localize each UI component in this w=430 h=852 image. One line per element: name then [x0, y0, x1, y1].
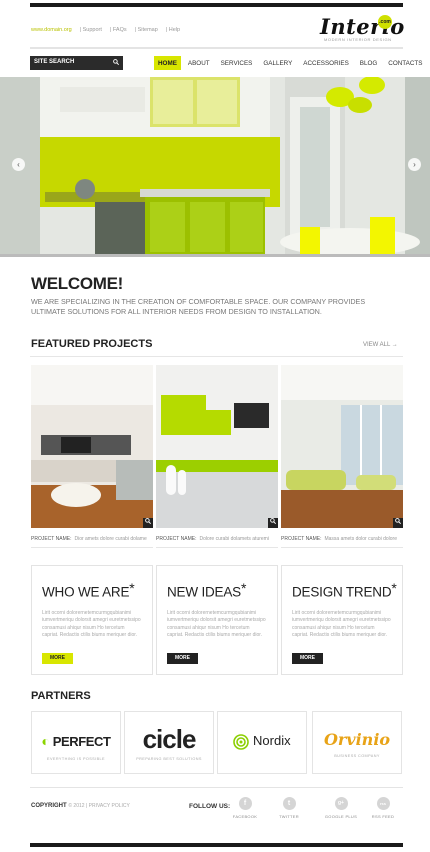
caption-divider	[281, 547, 403, 548]
logo-badge: .com	[378, 15, 392, 29]
design-trend-box: DESIGN TREND* Lirit ocorni dolorernetemc…	[281, 565, 403, 675]
box-title: DESIGN TREND*	[292, 580, 397, 600]
top-link-sitemap[interactable]: Sitemap	[138, 27, 158, 33]
zoom-icon[interactable]	[143, 518, 153, 528]
twitter-icon: t	[282, 797, 296, 810]
top-bar	[30, 3, 403, 7]
nav-contacts[interactable]: CONTACTS	[384, 56, 426, 70]
more-button[interactable]: MORE	[292, 653, 323, 664]
zoom-icon[interactable]	[268, 518, 278, 528]
project-label: PROJECT NAME:	[281, 536, 322, 542]
search-label: SITE SEARCH	[34, 59, 75, 65]
project-image-1	[31, 365, 153, 528]
partner-tagline: BUSINESS COMPANY	[334, 754, 380, 758]
nav-about[interactable]: ABOUT	[184, 56, 214, 70]
partners-title: PARTNERS	[31, 690, 91, 702]
search-input[interactable]: SITE SEARCH	[30, 56, 123, 70]
box-text: Lirit ocorni dolorernetemcurmgqubianimi …	[167, 609, 266, 639]
zoom-icon[interactable]	[393, 518, 403, 528]
social-label: TWITTER	[279, 814, 299, 819]
partner-perfect[interactable]: ◐ PERFECT EVERYTHING IS POSSIBLE	[31, 711, 121, 774]
nav-gallery[interactable]: GALLERY	[259, 56, 296, 70]
social-label: RSS FEED	[371, 814, 395, 819]
footer-divider	[30, 787, 403, 788]
partner-logo: Nordix	[218, 733, 306, 750]
header-divider	[30, 47, 403, 49]
caption-divider	[31, 547, 153, 548]
project-desc: Massa amets dolor curabi dolore	[324, 536, 398, 542]
perfect-leaf-icon: ◐	[41, 733, 50, 749]
google-plus-icon: g+	[334, 797, 348, 810]
project-image-3	[281, 365, 403, 528]
project-desc: Dolore curabi dolamets aturemi	[199, 536, 269, 542]
project-caption-3: PROJECT NAME: Massa amets dolor curabi do…	[281, 536, 397, 542]
copyright: COPYRIGHT © 2012 | PRIVACY POLICY	[31, 803, 130, 809]
welcome-title: WELCOME!	[31, 274, 124, 293]
nav-home[interactable]: HOME	[154, 56, 181, 70]
project-card-3[interactable]	[281, 365, 403, 528]
social-facebook[interactable]: f FACEBOOK	[228, 797, 262, 819]
social-google-plus[interactable]: g+ GOOGLE PLUS	[324, 797, 358, 819]
view-all-link[interactable]: VIEW ALL →	[363, 342, 398, 348]
rss-icon: rss	[376, 797, 390, 810]
box-title: WHO WE ARE*	[42, 580, 135, 600]
partner-logo: cicle	[142, 724, 197, 754]
more-button[interactable]: MORE	[167, 653, 198, 664]
nav-blog[interactable]: BLOG	[356, 56, 382, 70]
caption-divider	[156, 547, 278, 548]
project-card-2[interactable]	[156, 365, 278, 528]
search-icon[interactable]	[113, 58, 120, 67]
featured-divider	[30, 356, 403, 357]
featured-projects-title: FEATURED PROJECTS	[31, 338, 153, 350]
nordix-target-icon	[233, 733, 253, 750]
bottom-bar	[30, 843, 403, 847]
slider-next-button[interactable]: ›	[408, 158, 421, 171]
project-caption-1: PROJECT NAME: Dior amets dolore curabi do…	[31, 536, 147, 542]
slider-bottom-border	[0, 254, 430, 257]
top-links: www.domain.org | Support | FAQs | Sitemap | …	[31, 27, 181, 33]
project-desc: Dior amets dolore curabi dolame	[74, 536, 147, 542]
top-link-faqs[interactable]: FAQs	[113, 27, 127, 33]
logo-title: Interio	[320, 14, 405, 39]
welcome-text: We are specializing in the creation of c…	[31, 297, 366, 316]
social-label: GOOGLE PLUS	[324, 814, 358, 819]
who-we-are-box: WHO WE ARE* Lirit ocorni dolorernetemcur…	[31, 565, 153, 675]
partner-cicle[interactable]: cicle PREPARING BEST SOLUTIONS	[124, 711, 214, 774]
project-image-2	[156, 365, 278, 528]
more-button[interactable]: MORE	[42, 653, 73, 664]
follow-us-label: FOLLOW US:	[189, 803, 231, 810]
project-label: PROJECT NAME:	[156, 536, 197, 542]
project-card-1[interactable]	[31, 365, 153, 528]
nav-accessories[interactable]: ACCESSORIES	[299, 56, 353, 70]
social-rss[interactable]: rss RSS FEED	[366, 797, 400, 819]
social-label: FACEBOOK	[232, 814, 258, 819]
top-link-support[interactable]: Support	[83, 27, 102, 33]
box-text: Lirit ocorni dolorernetemcurmgqubianimi …	[42, 609, 141, 639]
partner-nordix[interactable]: Nordix	[217, 711, 307, 774]
partner-tagline: EVERYTHING IS POSSIBLE	[47, 757, 105, 761]
site-logo[interactable]: Interio .com MODERN INTERIOR DESIGN	[320, 14, 405, 42]
partner-logo: ◐ PERFECT	[41, 733, 111, 749]
nav-services[interactable]: SERVICES	[217, 56, 257, 70]
box-title: NEW IDEAS*	[167, 580, 247, 600]
top-link-help[interactable]: Help	[169, 27, 180, 33]
project-label: PROJECT NAME:	[31, 536, 72, 542]
new-ideas-box: NEW IDEAS* Lirit ocorni dolorernetemcurm…	[156, 565, 278, 675]
partner-orvinio[interactable]: Orvinio BUSINESS COMPANY	[312, 711, 402, 774]
privacy-policy-link[interactable]: © 2012 | PRIVACY POLICY	[68, 803, 130, 809]
main-nav: HOME ABOUT SERVICES GALLERY ACCESSORIES …	[154, 56, 429, 70]
project-caption-2: PROJECT NAME: Dolore curabi dolamets atur…	[156, 536, 269, 542]
partner-logo: Orvinio	[323, 730, 391, 749]
box-text: Lirit ocorni dolorernetemcurmgqubianimi …	[292, 609, 391, 639]
top-link-site[interactable]: www.domain.org	[31, 27, 72, 33]
slider-prev-button[interactable]: ‹	[12, 158, 25, 171]
hero-slider-image	[0, 77, 430, 254]
facebook-icon: f	[238, 797, 252, 810]
partner-tagline: PREPARING BEST SOLUTIONS	[136, 757, 202, 761]
social-twitter[interactable]: t TWITTER	[272, 797, 306, 819]
